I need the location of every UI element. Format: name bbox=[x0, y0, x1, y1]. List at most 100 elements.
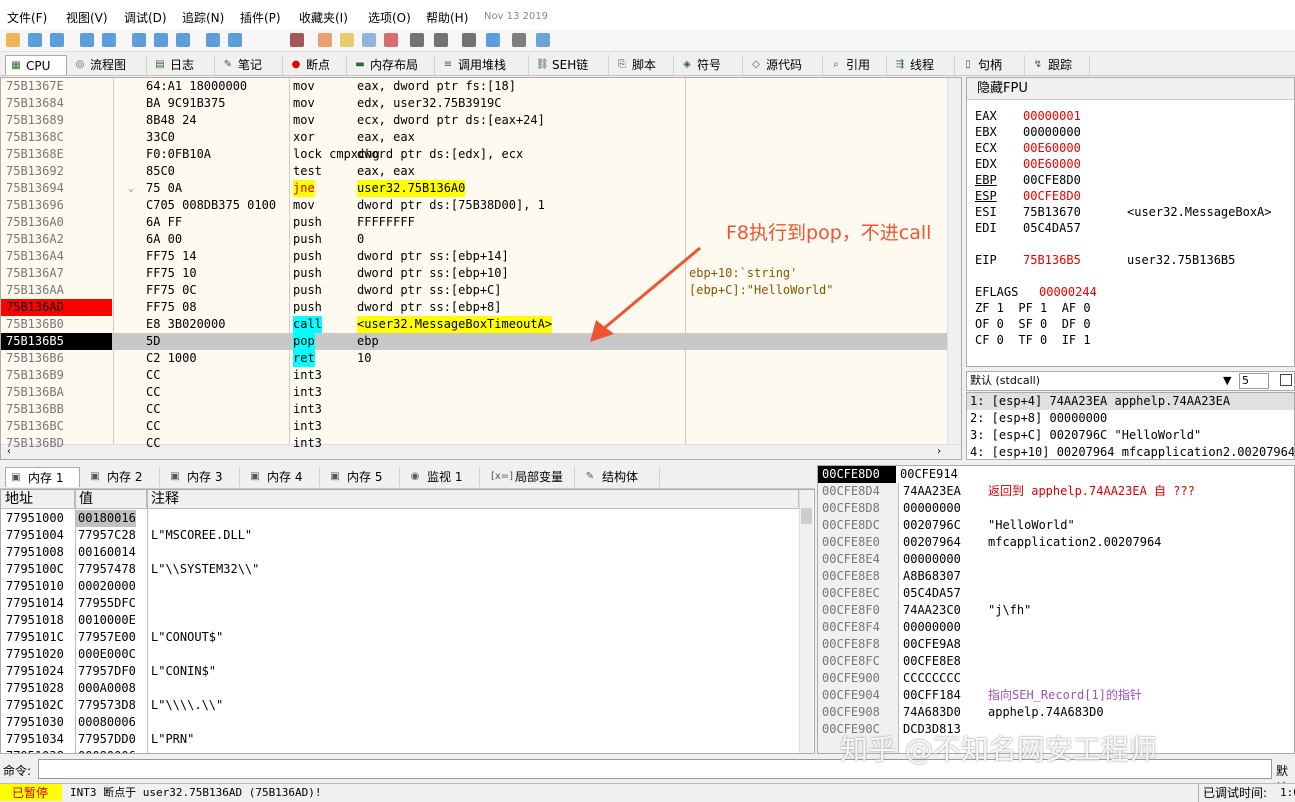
stack-row[interactable]: 00CFE8F8 00CFE9A8 bbox=[818, 636, 1294, 653]
register-ebx[interactable]: EBX 00000000 bbox=[975, 124, 1127, 140]
tab-12[interactable]: ⇶ 线程 bbox=[890, 55, 955, 75]
stack-row[interactable]: 00CFE8E4 00000000 bbox=[818, 551, 1294, 568]
tab-3[interactable]: ✎ 笔记 bbox=[218, 55, 283, 75]
arg-count-spinner[interactable]: 5 bbox=[1239, 373, 1269, 389]
register-eax[interactable]: EAX 00000001 bbox=[975, 108, 1127, 124]
toolbar-button-17-icon[interactable] bbox=[462, 33, 476, 47]
tab-2[interactable]: ▤ 日志 bbox=[150, 55, 215, 75]
toolbar-button-2-icon[interactable] bbox=[50, 33, 64, 47]
register-esp[interactable]: ESP 00CFE8D0 bbox=[975, 188, 1127, 204]
toolbar-button-0-icon[interactable] bbox=[6, 33, 20, 47]
lock-checkbox[interactable] bbox=[1280, 374, 1292, 386]
menu-item-4[interactable]: 插件(P) bbox=[240, 9, 281, 26]
dump-row[interactable]: 77951020 000E000C bbox=[1, 646, 801, 663]
toolbar-button-15-icon[interactable] bbox=[410, 33, 424, 47]
flags-row[interactable]: ZF 1 PF 1 AF 0 bbox=[975, 300, 1091, 316]
disasm-row[interactable]: 75B136B6 C2 1000 ret 10 bbox=[1, 350, 947, 367]
disassembly-view[interactable]: ‹ › 75B1367E 64:A1 18000000 mov eax, dword p… bbox=[0, 77, 962, 460]
stack-row[interactable]: 00CFE900 CCCCCCCC bbox=[818, 670, 1294, 687]
register-eflags[interactable]: EFLAGS 00000244 bbox=[975, 284, 1097, 300]
disasm-row[interactable]: 75B1368C 33C0 xor eax, eax bbox=[1, 129, 947, 146]
tab-7[interactable]: ⛓ SEH链 bbox=[532, 55, 609, 75]
calling-convention-select[interactable]: 默认 (stdcall) ▼ 5 bbox=[966, 371, 1295, 391]
dump-scrollbar[interactable] bbox=[799, 490, 813, 753]
disasm-row[interactable]: 75B136AD FF75 08 push dword ptr ss:[ebp+8] bbox=[1, 299, 947, 316]
tab-11[interactable]: ⌕ 引用 bbox=[826, 55, 887, 75]
memory-tab-2[interactable]: ▣ 内存 3 bbox=[165, 467, 240, 487]
dump-row[interactable]: 77951014 77955DFC bbox=[1, 595, 801, 612]
register-edx[interactable]: EDX 00E60000 bbox=[975, 156, 1127, 172]
toolbar-button-20-icon[interactable] bbox=[536, 33, 550, 47]
disasm-row[interactable]: 75B136B0 E8 3B020000 call <user32.MessageBo… bbox=[1, 316, 947, 333]
disasm-row[interactable]: 75B136BC CC int3 bbox=[1, 418, 947, 435]
menu-item-5[interactable]: 收藏夹(I) bbox=[299, 9, 348, 26]
disasm-row[interactable]: 75B13694 ⌄ 75 0A jne user32.75B136A0 bbox=[1, 180, 947, 197]
dump-row[interactable]: 77951018 0010000E bbox=[1, 612, 801, 629]
stack-arg-row[interactable]: 4: [esp+10] 00207964 mfcapplication2.002… bbox=[967, 444, 1294, 459]
stack-arg-row[interactable]: 3: [esp+C] 0020796C "HelloWorld" bbox=[967, 427, 1294, 444]
toolbar-button-14-icon[interactable] bbox=[384, 33, 398, 47]
toolbar-button-5-icon[interactable] bbox=[132, 33, 146, 47]
stack-arg-row[interactable]: 2: [esp+8] 00000000 bbox=[967, 410, 1294, 427]
disasm-row[interactable]: 75B136B5 5D pop ebp bbox=[1, 333, 947, 350]
tab-6[interactable]: ≡ 调用堆栈 bbox=[438, 55, 529, 75]
menu-item-7[interactable]: 帮助(H) bbox=[426, 9, 468, 26]
dump-row[interactable]: 77951024 77957DF0 L"CONIN$" bbox=[1, 663, 801, 680]
stack-row[interactable]: 00CFE8D4 74AA23EA 返回到 apphelp.74AA23EA 自 ?… bbox=[818, 483, 1294, 500]
stack-arg-row[interactable]: 1: [esp+4] 74AA23EA apphelp.74AA23EA bbox=[967, 393, 1294, 410]
stack-row[interactable]: 00CFE8D8 00000000 bbox=[818, 500, 1294, 517]
disasm-row[interactable]: 75B1368E F0:0FB10A lock cmpxchg dword ptr d… bbox=[1, 146, 947, 163]
dump-row[interactable]: 77951034 77957DD0 L"PRN" bbox=[1, 731, 801, 748]
dump-header-value[interactable]: 值 bbox=[75, 490, 147, 509]
stack-row[interactable]: 00CFE8EC 05C4DA57 bbox=[818, 585, 1294, 602]
disasm-row[interactable]: 75B136AA FF75 0C push dword ptr ss:[ebp+C] [… bbox=[1, 282, 947, 299]
dump-header-comment[interactable]: 注释 bbox=[147, 490, 799, 509]
memory-tab-7[interactable]: ✎ 结构体 bbox=[580, 467, 660, 487]
disasm-row[interactable]: 75B13684 BA 9C91B375 mov edx, user32.75B391… bbox=[1, 95, 947, 112]
memory-tab-0[interactable]: ▣ 内存 1 bbox=[5, 467, 80, 487]
register-ebp[interactable]: EBP 00CFE8D0 bbox=[975, 172, 1127, 188]
tab-1[interactable]: ◎ 流程图 bbox=[70, 55, 147, 75]
register-edi[interactable]: EDI 05C4DA57 bbox=[975, 220, 1127, 236]
stack-row[interactable]: 00CFE8F0 74AA23C0 "j\fh" bbox=[818, 602, 1294, 619]
toolbar-button-10-icon[interactable] bbox=[290, 33, 304, 47]
dump-row[interactable]: 77951008 00160014 bbox=[1, 544, 801, 561]
disasm-row[interactable]: 75B136A4 FF75 14 push dword ptr ss:[ebp+14] bbox=[1, 248, 947, 265]
toolbar-button-8-icon[interactable] bbox=[206, 33, 220, 47]
tab-10[interactable]: ◇ 源代码 bbox=[746, 55, 823, 75]
disasm-row[interactable]: 75B13696 C705 008DB375 0100 mov dword ptr d… bbox=[1, 197, 947, 214]
dump-header-address[interactable]: 地址 bbox=[1, 490, 75, 509]
stack-row[interactable]: 00CFE8E0 00207964 mfcapplication2.00207964 bbox=[818, 534, 1294, 551]
stack-row[interactable]: 00CFE8F4 00000000 bbox=[818, 619, 1294, 636]
toolbar-button-18-icon[interactable] bbox=[486, 33, 500, 47]
menu-item-2[interactable]: 调试(D) bbox=[124, 9, 167, 26]
toolbar-button-13-icon[interactable] bbox=[362, 33, 376, 47]
tab-5[interactable]: ▬ 内存布局 bbox=[350, 55, 435, 75]
register-ecx[interactable]: ECX 00E60000 bbox=[975, 140, 1127, 156]
memory-tab-5[interactable]: ◉ 监视 1 bbox=[405, 467, 480, 487]
memory-tab-4[interactable]: ▣ 内存 5 bbox=[325, 467, 400, 487]
dump-row[interactable]: 7795102C 779573D8 L"\\\\.\\" bbox=[1, 697, 801, 714]
toolbar-button-7-icon[interactable] bbox=[176, 33, 190, 47]
dump-row[interactable]: 77951038 00080006 bbox=[1, 748, 801, 753]
memory-tab-1[interactable]: ▣ 内存 2 bbox=[85, 467, 160, 487]
toolbar-button-6-icon[interactable] bbox=[154, 33, 168, 47]
tab-14[interactable]: ↯ 跟踪 bbox=[1028, 55, 1090, 75]
disasm-row[interactable]: 75B13689 8B48 24 mov ecx, dword ptr ds:[eax… bbox=[1, 112, 947, 129]
stack-row[interactable]: 00CFE8FC 00CFE8E8 bbox=[818, 653, 1294, 670]
stack-row[interactable]: 00CFE908 74A683D0 apphelp.74A683D0 bbox=[818, 704, 1294, 721]
menu-item-0[interactable]: 文件(F) bbox=[7, 9, 47, 26]
menu-item-3[interactable]: 追踪(N) bbox=[182, 9, 224, 26]
disasm-row[interactable]: 75B136B9 CC int3 bbox=[1, 367, 947, 384]
dump-row[interactable]: 77951028 000A0008 bbox=[1, 680, 801, 697]
dump-row[interactable]: 7795101C 77957E00 L"CONOUT$" bbox=[1, 629, 801, 646]
stack-row[interactable]: 00CFE8DC 0020796C "HelloWorld" bbox=[818, 517, 1294, 534]
toolbar-button-3-icon[interactable] bbox=[80, 33, 94, 47]
tab-8[interactable]: ⎘ 脚本 bbox=[612, 55, 674, 75]
disasm-row[interactable]: 75B136BD CC int3 bbox=[1, 435, 947, 452]
flags-row[interactable]: OF 0 SF 0 DF 0 bbox=[975, 316, 1091, 332]
stack-row[interactable]: 00CFE904 00CFF184 指向SEH_Record[1]的指针 bbox=[818, 687, 1294, 704]
tab-4[interactable]: ● 断点 bbox=[286, 55, 347, 75]
stack-view[interactable]: 00CFE8D0 00CFE914 00CFE8D4 74AA23EA 返回到 ap… bbox=[817, 465, 1295, 754]
disasm-row[interactable]: 75B136A7 FF75 10 push dword ptr ss:[ebp+10]… bbox=[1, 265, 947, 282]
